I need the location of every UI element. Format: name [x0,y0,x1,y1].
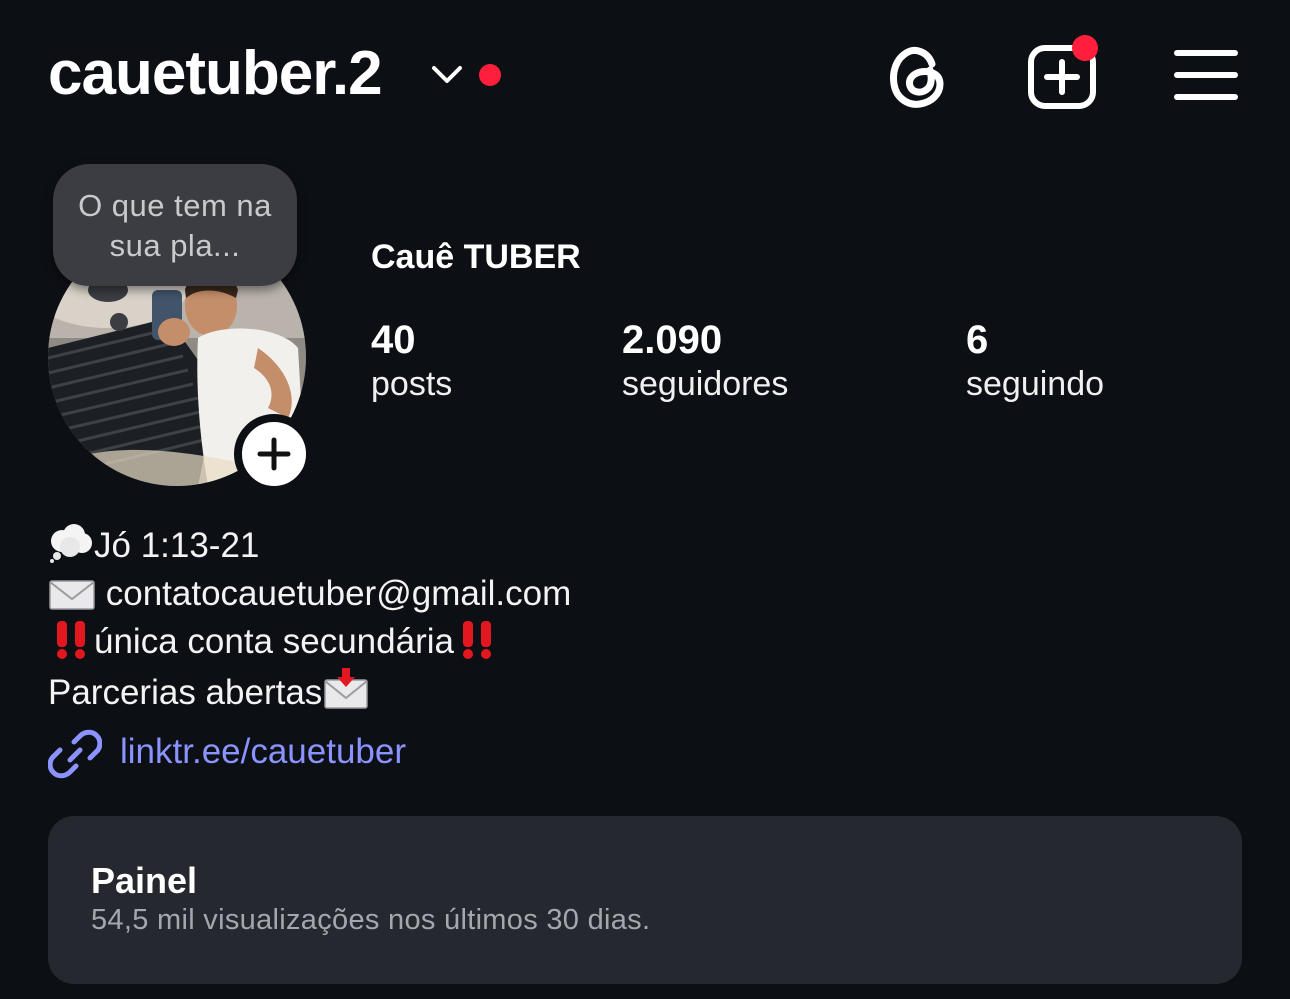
account-username[interactable]: cauetuber.2 [48,38,383,109]
bio-secondary-text: única conta secundária [94,622,454,661]
display-name: Cauê TUBER [371,238,581,276]
plus-icon [257,437,291,471]
bio-line-partnerships: Parcerias abertas [48,666,571,717]
envelope-icon [49,580,95,610]
stat-followers-value: 2.090 [622,318,723,362]
bio-line-email: contatocauetuber@gmail.com [48,570,571,618]
stat-following-label: seguindo [966,365,1105,403]
note-text: O que tem na sua pla... [78,188,272,263]
stat-posts-value: 40 [371,318,416,362]
chevron-down-icon[interactable] [430,62,464,86]
professional-dashboard-card[interactable]: Painel 54,5 mil visualizações nos último… [48,816,1242,984]
hamburger-menu-icon[interactable] [1174,48,1238,102]
dashboard-subtitle: 54,5 mil visualizações nos últimos 30 di… [91,904,651,936]
envelope-with-arrow-icon [324,668,369,709]
stat-followers[interactable]: 2.090 seguidores [622,316,788,404]
stat-following-value: 6 [966,318,989,362]
stat-following[interactable]: 6 seguindo [966,316,1104,404]
bio-email-text: contatocauetuber@gmail.com [105,574,572,613]
bio-line-verse: Jó 1:13-21 [48,522,571,570]
create-notification-dot [1072,35,1098,61]
account-notification-dot [479,64,501,86]
bio: Jó 1:13-21 contatocauetuber@gmail.com ún… [48,522,571,717]
double-exclamation-icon [57,621,85,659]
profile-page: cauetuber.2 O que tem na sua pla... Cauê… [0,0,1290,999]
note-bubble[interactable]: O que tem na sua pla... [53,164,297,286]
double-exclamation-icon [462,621,491,659]
bio-verse-text: Jó 1:13-21 [94,526,260,565]
bio-partnerships-text: Parcerias abertas [48,673,323,712]
bio-link-text[interactable]: linktr.ee/cauetuber [120,732,406,772]
stat-posts[interactable]: 40 posts [371,316,452,404]
note-bubble-tail-small [110,313,128,331]
bio-line-secondary: única conta secundária [48,618,571,666]
threads-icon[interactable] [886,42,950,110]
add-story-button[interactable] [234,414,314,494]
thought-balloon-icon [50,524,92,563]
stat-followers-label: seguidores [622,365,789,403]
link-icon [48,729,102,779]
dashboard-title: Painel [91,860,198,901]
stat-posts-label: posts [371,365,453,403]
